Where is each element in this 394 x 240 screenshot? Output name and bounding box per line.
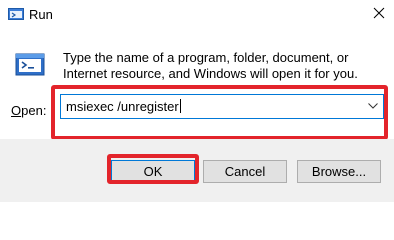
ok-highlight-box	[107, 154, 199, 184]
browse-button[interactable]: Browse...	[297, 160, 381, 183]
title-bar: Run	[0, 0, 394, 30]
chevron-down-icon	[368, 103, 378, 109]
dialog-body: Type the name of a program, folder, docu…	[0, 30, 394, 140]
cancel-button[interactable]: Cancel	[203, 160, 287, 183]
open-label: Open:	[11, 103, 46, 118]
open-command-combobox[interactable]: msiexec /unregister	[60, 94, 384, 119]
text-caret	[179, 99, 181, 113]
open-label-text: pen:	[21, 103, 47, 118]
close-icon	[373, 7, 385, 19]
dialog-description: Type the name of a program, folder, docu…	[63, 50, 358, 81]
run-app-icon	[8, 6, 24, 22]
open-label-accesskey: O	[11, 103, 22, 118]
dropdown-button[interactable]	[363, 95, 383, 118]
open-command-value: msiexec /unregister	[66, 99, 179, 114]
window-title: Run	[29, 7, 53, 22]
run-icon	[14, 48, 46, 80]
close-button[interactable]	[364, 0, 394, 30]
button-bar: OK Cancel Browse...	[0, 139, 394, 202]
open-command-input[interactable]: msiexec /unregister	[66, 99, 181, 114]
